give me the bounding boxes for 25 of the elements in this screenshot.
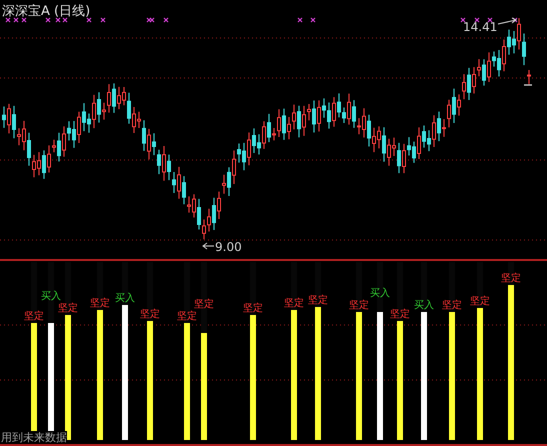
signal-label: 坚定 (140, 308, 160, 321)
signal-label: 坚定 (390, 308, 410, 321)
signal-label: 坚定 (284, 298, 304, 310)
signal-label: 坚定 (58, 303, 78, 316)
signal-label: 坚定 (349, 300, 369, 312)
future-data-note: 用到未来数据 (1, 431, 67, 444)
signal-label: 坚定 (90, 298, 110, 310)
signal-label: 坚定 (442, 300, 462, 312)
last-price-tick (524, 84, 532, 86)
signal-label: 坚定 (308, 294, 328, 306)
arrow-icon (202, 242, 214, 250)
signal-label: 坚定 (470, 296, 490, 308)
signal-label: 坚定 (243, 303, 263, 316)
signal-label: 买入 (414, 300, 434, 312)
low-price-label: 9.00 (215, 240, 242, 254)
signal-label: 坚定 (501, 273, 521, 286)
stock-title: 深深宝A (日线) (2, 4, 90, 19)
signal-label: 买入 (41, 291, 61, 303)
signal-label: 坚定 (177, 310, 197, 323)
signal-label: 坚定 (194, 298, 214, 310)
high-price-label: 14.41 (463, 20, 498, 34)
signal-label: 买入 (370, 288, 390, 300)
signal-label: 坚定 (24, 310, 44, 323)
signal-label: 买入 (115, 292, 135, 305)
arrow-icon (498, 18, 517, 24)
